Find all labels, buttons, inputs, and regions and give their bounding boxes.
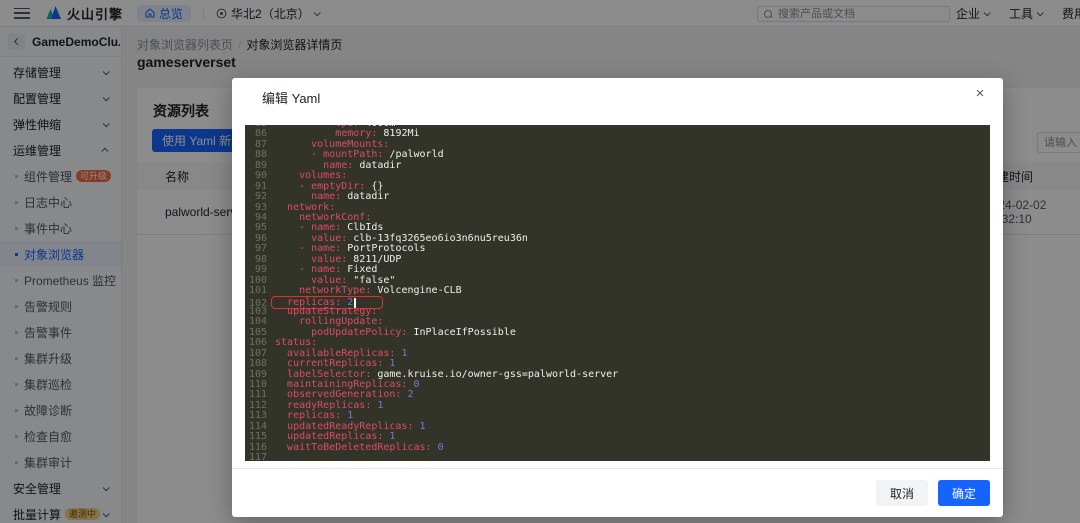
line-number: 99 — [245, 265, 275, 275]
line-number: 101 — [245, 286, 275, 296]
modal-footer: 取消 确定 — [232, 468, 1003, 517]
line-number: 92 — [245, 192, 275, 202]
yaml-editor[interactable]: 85 cpu: 4000m86 memory: 8192Mi87 volumeM… — [245, 125, 990, 461]
yaml-line: 101 networkType: Volcengine-CLB — [245, 286, 990, 296]
screen: 火山引擎 总览 华北2（北京） 企业工具费用支持 GameDemoClu... — [0, 0, 1080, 523]
yaml-line: 89 name: datadir — [245, 161, 990, 171]
line-number: 117 — [245, 453, 275, 461]
cancel-button[interactable]: 取消 — [876, 480, 928, 506]
yaml-code: 85 cpu: 4000m86 memory: 8192Mi87 volumeM… — [245, 125, 990, 461]
line-number: 108 — [245, 359, 275, 369]
modal-title: 编辑 Yaml — [262, 88, 320, 107]
line-number: 115 — [245, 432, 275, 442]
confirm-button[interactable]: 确定 — [938, 480, 990, 506]
modal-header: 编辑 Yaml × — [232, 78, 1003, 110]
close-icon[interactable]: × — [971, 85, 989, 103]
edit-yaml-modal: 编辑 Yaml × 85 cpu: 4000m86 memory: 8192Mi… — [232, 78, 1003, 517]
yaml-line: 92 name: datadir — [245, 192, 990, 202]
yaml-line: 105 podUpdatePolicy: InPlaceIfPossible — [245, 328, 990, 338]
yaml-line: 112 readyReplicas: 1 — [245, 401, 990, 411]
yaml-line: 116 waitToBeDeletedReplicas: 0 — [245, 443, 990, 453]
yaml-line: 117 — [245, 453, 990, 461]
